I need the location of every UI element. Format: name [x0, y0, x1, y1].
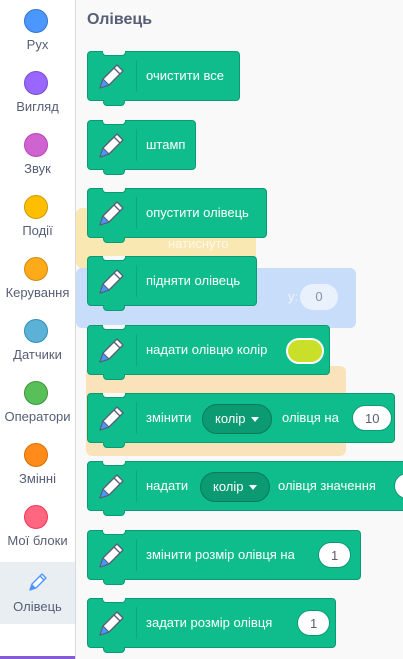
category-my-blocks[interactable]: Мої блоки	[0, 496, 75, 558]
block-label: штамп	[146, 137, 186, 152]
category-sound[interactable]: Звук	[0, 124, 75, 186]
number-input[interactable]: 10	[352, 405, 393, 431]
ghost-word: натиснуто	[168, 236, 229, 251]
block-pen-up[interactable]: підняти олівець	[87, 256, 257, 311]
pen-extension-icon	[99, 269, 124, 294]
block-set-pen-color[interactable]: надати олівцю колір	[87, 325, 330, 380]
block-tab	[103, 579, 125, 585]
looks-color-dot	[24, 71, 48, 95]
number-input[interactable]: 1	[297, 610, 331, 636]
pen-extension-icon	[99, 474, 124, 499]
block-separator	[136, 197, 137, 229]
category-label: Події	[22, 223, 53, 238]
block-tab	[103, 510, 125, 516]
sound-color-dot	[24, 133, 48, 157]
block-separator	[136, 60, 137, 92]
control-color-dot	[24, 257, 48, 281]
block-tab	[103, 647, 125, 653]
category-label: Керування	[5, 285, 70, 300]
category-label: Звук	[24, 161, 51, 176]
category-label: Рух	[26, 37, 49, 52]
dropdown-value: колір	[213, 479, 244, 494]
category-pen[interactable]: Олівець	[0, 562, 75, 624]
pen-extension-icon	[99, 64, 124, 89]
block-tab	[103, 305, 125, 311]
category-label: Змінні	[19, 471, 56, 486]
block-label: змінити розмір олівця на	[146, 547, 295, 562]
block-separator	[136, 129, 137, 161]
block-change-pen-param[interactable]: змінити колір олівця на 10	[87, 393, 395, 448]
block-separator	[136, 470, 137, 502]
block-tab	[103, 169, 125, 175]
category-label: Вигляд	[16, 99, 59, 114]
block-label: очистити все	[146, 68, 225, 83]
caret-down-icon	[251, 417, 260, 423]
palette-title: Олівець	[87, 11, 153, 28]
motion-color-dot	[24, 9, 48, 33]
ghost-y-value: 0	[300, 284, 338, 310]
category-events[interactable]: Події	[0, 186, 75, 248]
block-tab	[103, 374, 125, 380]
block-palette: Олівець натиснуто y: 0 очистити все штам…	[76, 0, 403, 659]
block-separator	[136, 402, 137, 434]
category-sidebar: Рух Вигляд Звук Події Керування Датчики …	[0, 0, 76, 659]
pen-extension-icon	[99, 611, 124, 636]
pen-extension-icon	[99, 201, 124, 226]
sensing-color-dot	[24, 319, 48, 343]
events-color-dot	[24, 195, 48, 219]
pen-extension-icon	[99, 406, 124, 431]
category-label: Датчики	[13, 347, 62, 362]
block-label: задати розмір олівця	[146, 615, 273, 630]
my-blocks-color-dot	[24, 505, 48, 529]
pen-icon	[29, 573, 47, 591]
param-dropdown[interactable]: колір	[200, 472, 271, 502]
param-dropdown[interactable]: колір	[202, 404, 273, 434]
block-clear[interactable]: очистити все	[87, 51, 240, 106]
pen-extension-icon	[99, 133, 124, 158]
block-label: підняти олівець	[146, 273, 241, 288]
block-label-suffix: олівця на	[282, 410, 339, 425]
block-separator	[136, 265, 137, 297]
block-change-pen-size[interactable]: змінити розмір олівця на 1	[87, 530, 361, 585]
number-input[interactable]	[394, 473, 403, 499]
category-label: Олівець	[13, 599, 62, 614]
block-tab	[103, 442, 125, 448]
block-stamp[interactable]: штамп	[87, 120, 196, 175]
category-control[interactable]: Керування	[0, 248, 75, 310]
ghost-y-label: y:	[288, 289, 299, 304]
category-looks[interactable]: Вигляд	[0, 62, 75, 124]
block-label: надати олівцю колір	[146, 342, 268, 357]
block-set-pen-size[interactable]: задати розмір олівця 1	[87, 598, 336, 653]
category-motion[interactable]: Рух	[0, 0, 75, 62]
category-label: Оператори	[4, 409, 71, 424]
caret-down-icon	[249, 485, 258, 491]
block-separator	[136, 607, 137, 639]
block-label-suffix: олівця значення	[278, 478, 376, 493]
category-variables[interactable]: Змінні	[0, 434, 75, 496]
pen-extension-icon	[99, 338, 124, 363]
dropdown-value: колір	[215, 411, 246, 426]
block-set-pen-param[interactable]: надати колір олівця значення	[87, 461, 403, 516]
block-tab	[103, 237, 125, 243]
operators-color-dot	[24, 381, 48, 405]
block-pen-down[interactable]: опустити олівець	[87, 188, 267, 243]
pen-extension-icon	[99, 543, 124, 568]
color-swatch-input[interactable]	[286, 338, 324, 364]
number-input[interactable]: 1	[318, 542, 352, 568]
category-label: Мої блоки	[7, 533, 68, 548]
variables-color-dot	[24, 443, 48, 467]
category-sensing[interactable]: Датчики	[0, 310, 75, 372]
block-label: змінити	[146, 410, 192, 425]
block-label: опустити олівець	[146, 205, 249, 220]
block-separator	[136, 334, 137, 366]
block-label: надати	[146, 478, 189, 493]
category-operators[interactable]: Оператори	[0, 372, 75, 434]
block-tab	[103, 100, 125, 106]
block-separator	[136, 539, 137, 571]
